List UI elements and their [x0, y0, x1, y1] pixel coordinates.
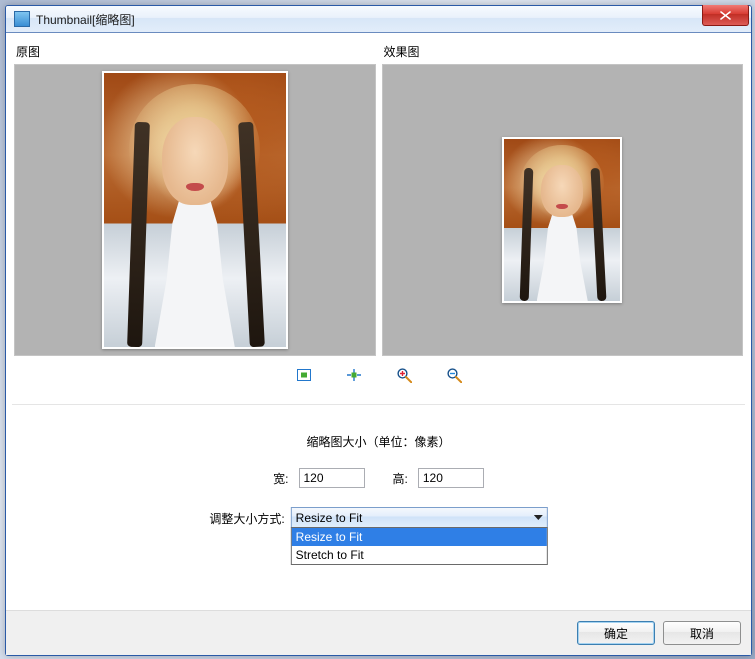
actual-size-icon[interactable]: [346, 367, 362, 383]
preview-result[interactable]: [382, 64, 744, 356]
resize-option-resize-to-fit[interactable]: Resize to Fit: [292, 528, 547, 546]
size-row: 宽: 高:: [14, 468, 743, 488]
panel-original-label: 原图: [16, 43, 376, 60]
fit-icon[interactable]: [296, 367, 312, 383]
titlebar[interactable]: Thumbnail[缩略图]: [6, 6, 751, 33]
resize-option-stretch-to-fit[interactable]: Stretch to Fit: [292, 546, 547, 564]
result-image-frame: [502, 137, 622, 303]
panel-original: 原图: [14, 43, 376, 356]
resize-method-row: 调整大小方式: Resize to Fit Resize to Fit Stre…: [209, 507, 547, 528]
width-label: 宽:: [273, 470, 288, 487]
app-icon: [14, 11, 30, 27]
zoom-toolbar: [14, 366, 743, 384]
height-label: 高:: [393, 470, 408, 487]
dialog-window: Thumbnail[缩略图] 原图: [5, 5, 752, 656]
width-input[interactable]: [299, 468, 365, 488]
close-icon: [720, 11, 731, 20]
cancel-button[interactable]: 取消: [663, 621, 741, 645]
original-image: [104, 73, 286, 347]
ok-button-label: 确定: [604, 625, 628, 642]
zoom-in-icon[interactable]: [396, 367, 412, 383]
result-image: [504, 139, 620, 301]
resize-method-select[interactable]: Resize to Fit: [291, 507, 548, 528]
cancel-button-label: 取消: [690, 625, 714, 642]
chevron-down-icon: [534, 515, 543, 521]
form-area: 缩略图大小（单位：像素） 宽: 高: 调整大小方式: Resize to Fit: [14, 405, 743, 602]
resize-method-value: Resize to Fit: [296, 511, 363, 525]
resize-method-label: 调整大小方式:: [209, 507, 284, 527]
window-title: Thumbnail[缩略图]: [36, 11, 135, 28]
close-button[interactable]: [702, 5, 749, 26]
original-image-frame: [102, 71, 288, 349]
zoom-out-icon[interactable]: [446, 367, 462, 383]
client-area: 原图 效果图: [6, 33, 751, 610]
resize-method-dropdown: Resize to Fit Stretch to Fit: [291, 527, 548, 565]
panel-result-label: 效果图: [384, 43, 744, 60]
ok-button[interactable]: 确定: [577, 621, 655, 645]
preview-original[interactable]: [14, 64, 376, 356]
form-title: 缩略图大小（单位：像素）: [14, 433, 743, 450]
dialog-footer: 确定 取消: [6, 610, 751, 655]
preview-panels: 原图 效果图: [14, 43, 743, 356]
panel-result: 效果图: [382, 43, 744, 356]
height-input[interactable]: [418, 468, 484, 488]
